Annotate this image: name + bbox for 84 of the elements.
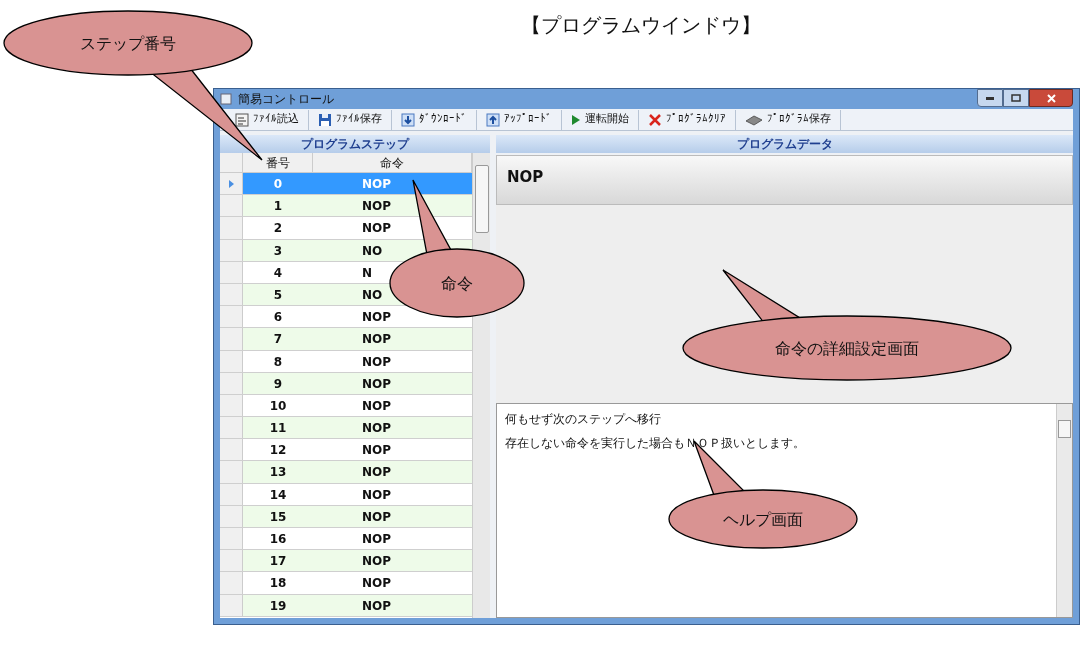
- step-command: NO: [362, 243, 383, 258]
- step-row[interactable]: 2 NOP: [220, 217, 472, 240]
- step-number: 8: [273, 354, 283, 369]
- window-title: 簡易コントロール: [238, 91, 334, 108]
- close-button[interactable]: [1029, 89, 1073, 107]
- step-command: NOP: [362, 398, 392, 413]
- down-arrow-icon: [401, 112, 415, 127]
- toolbar-button[interactable]: ﾌﾟﾛｸﾞﾗﾑ保存: [736, 109, 841, 130]
- close-icon: [1046, 93, 1056, 103]
- step-number: 10: [269, 398, 287, 413]
- step-command: NOP: [362, 221, 392, 236]
- step-command: NOP: [362, 376, 392, 391]
- step-row[interactable]: 15 NOP: [220, 505, 472, 528]
- panel-header: プログラムデータ: [496, 135, 1073, 153]
- up-arrow-icon: [486, 112, 500, 127]
- step-row[interactable]: 16 NOP: [220, 528, 472, 551]
- step-number: 4: [273, 265, 283, 280]
- step-row[interactable]: 11 NOP: [220, 417, 472, 440]
- step-command: NOP: [362, 421, 392, 436]
- toolbar-button[interactable]: 運転開始: [562, 109, 639, 130]
- scrollbar[interactable]: [1056, 404, 1072, 617]
- step-number: 11: [269, 421, 287, 436]
- help-text: 何もせず次のステップへ移行: [505, 411, 662, 428]
- step-command: NOP: [362, 598, 392, 613]
- step-row[interactable]: 7 NOP: [220, 328, 472, 351]
- step-number: 6: [273, 310, 283, 325]
- step-number: 19: [269, 598, 287, 613]
- help-text: 存在しない命令を実行した場合もＮＯＰ扱いとします。: [505, 435, 806, 452]
- step-command: NOP: [362, 310, 392, 325]
- step-command: NO: [362, 287, 383, 302]
- step-number: 17: [269, 554, 287, 569]
- step-row[interactable]: 13 NOP: [220, 461, 472, 484]
- minimize-icon: [986, 96, 994, 100]
- step-number: 7: [273, 332, 283, 347]
- step-command: NOP: [362, 509, 392, 524]
- toolbar-button[interactable]: ﾌﾟﾛｸﾞﾗﾑｸﾘｱ: [639, 109, 736, 130]
- step-number: 1: [273, 199, 283, 214]
- panel-header: プログラムステップ: [220, 135, 490, 153]
- step-row[interactable]: 9 NOP: [220, 372, 472, 395]
- step-number: 13: [269, 465, 287, 480]
- step-row[interactable]: 1 NOP: [220, 195, 472, 218]
- maximize-icon: [1011, 94, 1021, 102]
- step-number: 15: [269, 509, 287, 524]
- step-number: 5: [273, 287, 283, 302]
- step-number: 16: [269, 532, 287, 546]
- step-number: 14: [269, 487, 287, 502]
- step-command: NOP: [362, 332, 392, 347]
- step-number: 12: [269, 443, 287, 458]
- play-icon: [571, 113, 581, 126]
- step-command: NOP: [362, 354, 392, 369]
- page-title: 【プログラムウインドウ】: [521, 12, 761, 39]
- callout-label: 命令の詳細設定画面: [774, 338, 920, 360]
- command-display: NOP: [496, 155, 1073, 205]
- step-row[interactable]: 17 NOP: [220, 550, 472, 573]
- step-row[interactable]: 10 NOP: [220, 394, 472, 418]
- close-icon: [648, 112, 662, 127]
- step-number: 9: [273, 376, 283, 391]
- toolbar-button[interactable]: ｱｯﾌﾟﾛｰﾄﾞ: [477, 109, 562, 130]
- step-row[interactable]: 18 NOP: [220, 572, 472, 595]
- step-number: 0: [273, 177, 283, 191]
- step-number: 2: [273, 221, 283, 236]
- step-command: NOP: [362, 177, 392, 191]
- toolbar-button[interactable]: ﾀﾞｳﾝﾛｰﾄﾞ: [392, 109, 477, 130]
- step-command: N: [362, 265, 373, 280]
- app-icon: [220, 93, 232, 105]
- step-row[interactable]: 8 NOP: [220, 350, 472, 373]
- step-command: NOP: [362, 487, 392, 502]
- step-row[interactable]: 14 NOP: [220, 483, 472, 506]
- step-command: NOP: [362, 576, 392, 591]
- step-command: NOP: [362, 532, 392, 546]
- callout-label: ヘルプ画面: [722, 509, 804, 531]
- step-number: 18: [269, 576, 287, 591]
- step-command: NOP: [362, 199, 392, 214]
- step-command: NOP: [362, 554, 392, 569]
- toolbar-button[interactable]: ﾌｧｲﾙ保存: [309, 109, 392, 130]
- step-command: NOP: [362, 443, 392, 458]
- maximize-button[interactable]: [1003, 89, 1029, 107]
- step-number: 3: [273, 243, 283, 258]
- callout-label: ステップ番号: [79, 33, 177, 55]
- minimize-button[interactable]: [977, 89, 1003, 107]
- step-command: NOP: [362, 465, 392, 480]
- row-pointer-icon: [228, 179, 234, 188]
- step-row[interactable]: 19 NOP: [220, 594, 472, 617]
- step-row[interactable]: 12 NOP: [220, 439, 472, 462]
